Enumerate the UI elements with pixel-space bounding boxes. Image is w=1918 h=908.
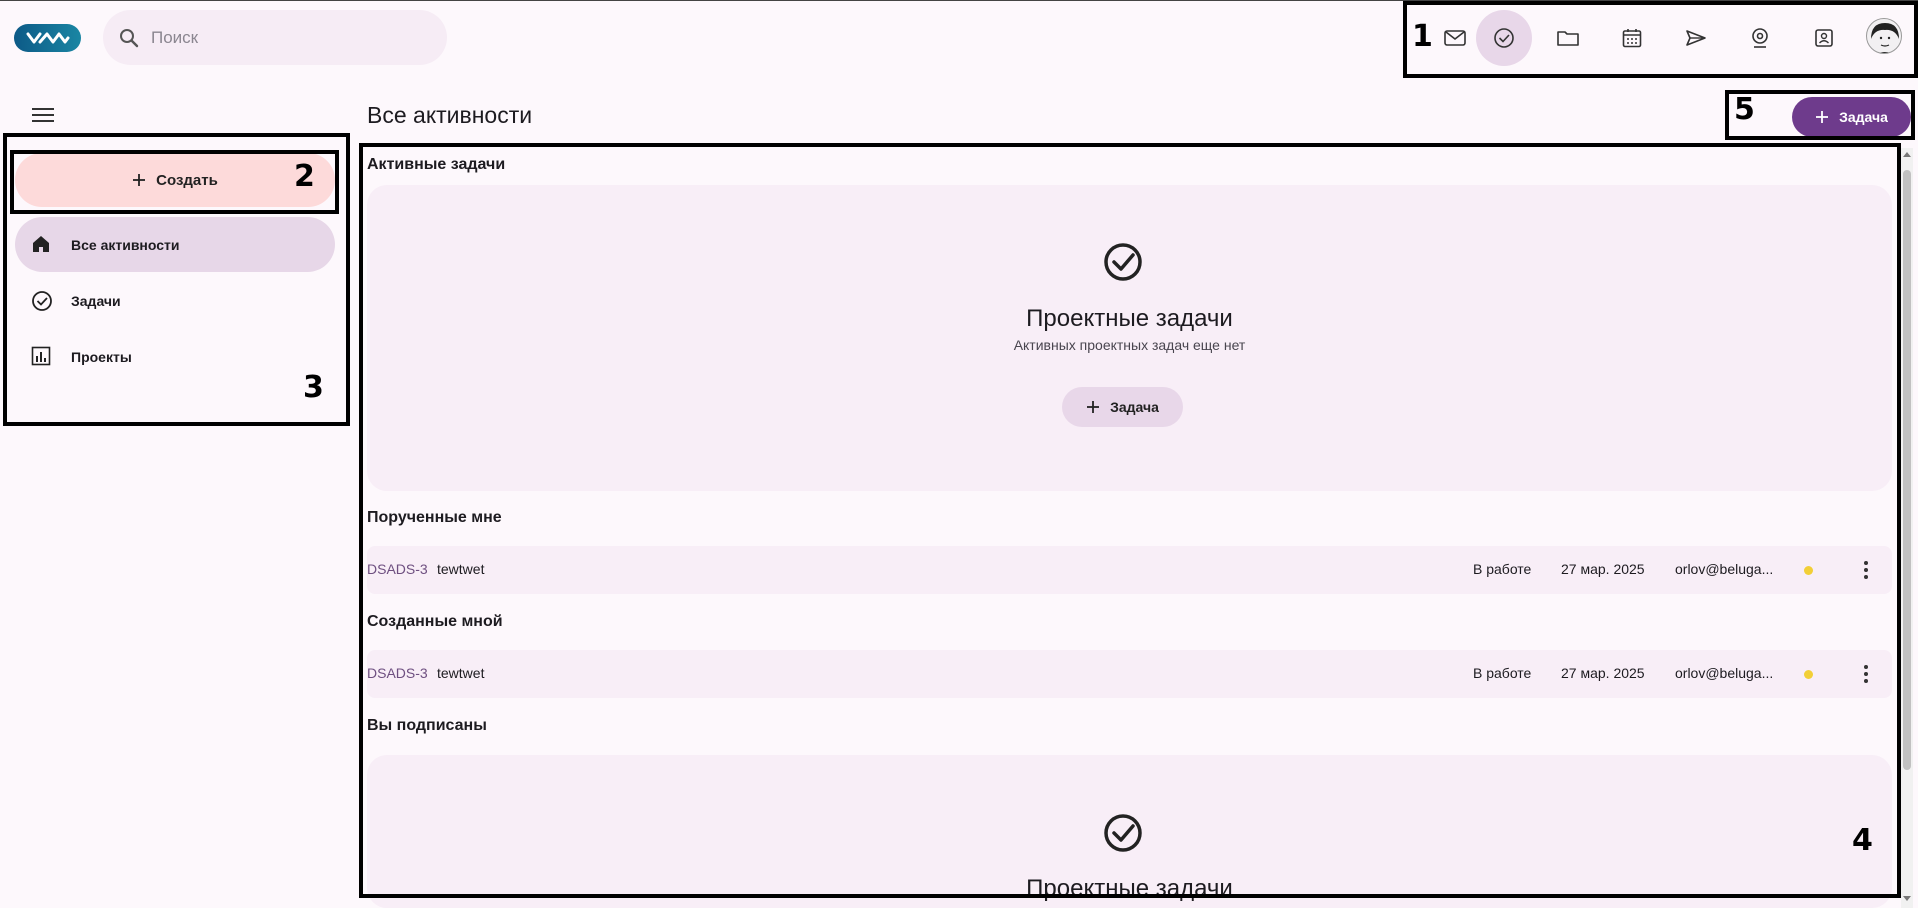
check-circle-icon bbox=[1102, 812, 1144, 859]
sidebar-item-tasks[interactable]: Задачи bbox=[15, 273, 335, 328]
sidebar-item-label: Все активности bbox=[71, 236, 180, 253]
chart-icon bbox=[31, 346, 51, 371]
task-id-link[interactable]: DSADS-3 bbox=[367, 561, 428, 577]
create-button-label: Создать bbox=[156, 171, 218, 189]
calendar-icon bbox=[1622, 29, 1642, 48]
empty-state-card: Проектные задачи bbox=[367, 755, 1892, 908]
search-input[interactable] bbox=[149, 25, 429, 50]
sidebar-item-label: Проекты bbox=[71, 348, 132, 365]
files-app-button[interactable] bbox=[1540, 10, 1596, 66]
app-switcher-bar bbox=[1403, 0, 1918, 78]
section-title-subscribed: Вы подписаны bbox=[367, 717, 487, 734]
calendar-app-button[interactable] bbox=[1604, 10, 1660, 66]
table-row[interactable]: DSADS-3 tewtwet В работе 27 мар. 2025 or… bbox=[367, 650, 1892, 698]
task-date: 27 мар. 2025 bbox=[1561, 561, 1645, 577]
hamburger-line bbox=[32, 114, 54, 116]
add-task-button[interactable]: Задача bbox=[1792, 97, 1911, 137]
check-circle-icon bbox=[1102, 241, 1144, 288]
send-app-button[interactable] bbox=[1668, 10, 1724, 66]
scroll-down-icon[interactable] bbox=[1903, 896, 1911, 901]
empty-state-button-label: Задача bbox=[1110, 399, 1159, 415]
search-icon bbox=[118, 27, 140, 54]
page-title: Все активности bbox=[367, 102, 533, 128]
plus-icon bbox=[1816, 111, 1829, 123]
sidebar-item-label: Задачи bbox=[71, 292, 121, 309]
section-title-created: Созданные мной bbox=[367, 613, 503, 630]
app-logo[interactable] bbox=[14, 24, 81, 52]
scroll-up-icon[interactable] bbox=[1903, 152, 1911, 157]
more-vert-icon[interactable] bbox=[1854, 662, 1878, 686]
folder-icon bbox=[1557, 31, 1579, 46]
task-name: tewtwet bbox=[437, 561, 485, 577]
task-assignee: orlov@beluga... bbox=[1675, 665, 1774, 681]
annotation-label-2: 2 bbox=[294, 159, 315, 194]
hamburger-line bbox=[32, 120, 54, 122]
tasks-app-button[interactable] bbox=[1476, 10, 1532, 66]
mail-app-button[interactable] bbox=[1427, 10, 1483, 66]
add-task-button-label: Задача bbox=[1839, 109, 1888, 125]
annotation-label-1: 1 bbox=[1412, 19, 1433, 54]
section-title-active: Активные задачи bbox=[367, 156, 506, 173]
sidebar-item-all-activities[interactable]: Все активности bbox=[15, 217, 335, 272]
search-bar[interactable] bbox=[103, 10, 447, 65]
avatar-face-icon bbox=[1871, 23, 1899, 53]
annotation-label-4: 4 bbox=[1852, 823, 1873, 858]
home-icon bbox=[31, 234, 51, 259]
section-title-assigned: Порученные мне bbox=[367, 509, 502, 526]
logo-mark-icon bbox=[26, 32, 69, 44]
task-status: В работе bbox=[1473, 561, 1532, 577]
annotation-label-3: 3 bbox=[303, 370, 324, 405]
more-vert-icon[interactable] bbox=[1854, 558, 1878, 582]
webcam-icon bbox=[1752, 28, 1768, 48]
user-avatar[interactable] bbox=[1866, 18, 1902, 54]
priority-dot bbox=[1804, 566, 1813, 575]
table-row[interactable]: DSADS-3 tewtwet В работе 27 мар. 2025 or… bbox=[367, 546, 1892, 594]
empty-state-title: Проектные задачи bbox=[1026, 305, 1233, 332]
tasks-icon bbox=[1494, 28, 1514, 48]
task-name: tewtwet bbox=[437, 665, 485, 681]
empty-state-card: Проектные задачи Активных проектных зада… bbox=[367, 185, 1892, 491]
send-icon bbox=[1686, 30, 1706, 46]
hamburger-line bbox=[32, 108, 54, 110]
task-date: 27 мар. 2025 bbox=[1561, 665, 1645, 681]
create-button[interactable]: Создать bbox=[15, 153, 335, 207]
annotation-label-5: 5 bbox=[1734, 92, 1755, 127]
empty-state-add-task-button[interactable]: Задача bbox=[1062, 387, 1183, 427]
contacts-icon bbox=[1815, 29, 1833, 47]
plus-icon bbox=[133, 174, 146, 186]
empty-state-subtitle: Активных проектных задач еще нет bbox=[1013, 337, 1246, 353]
video-app-button[interactable] bbox=[1732, 10, 1788, 66]
contacts-app-button[interactable] bbox=[1796, 10, 1852, 66]
main-scrollbar[interactable] bbox=[1901, 148, 1913, 908]
plus-icon bbox=[1087, 401, 1100, 413]
task-status: В работе bbox=[1473, 665, 1532, 681]
task-assignee: orlov@beluga... bbox=[1675, 561, 1774, 577]
priority-dot bbox=[1804, 670, 1813, 679]
task-id-link[interactable]: DSADS-3 bbox=[367, 665, 428, 681]
menu-toggle-button[interactable] bbox=[32, 108, 54, 126]
mail-icon bbox=[1444, 30, 1466, 46]
empty-state-title: Проектные задачи bbox=[1026, 875, 1233, 902]
sidebar-item-projects[interactable]: Проекты bbox=[15, 329, 335, 384]
scrollbar-thumb[interactable] bbox=[1903, 170, 1911, 770]
check-circle-icon bbox=[31, 290, 53, 317]
